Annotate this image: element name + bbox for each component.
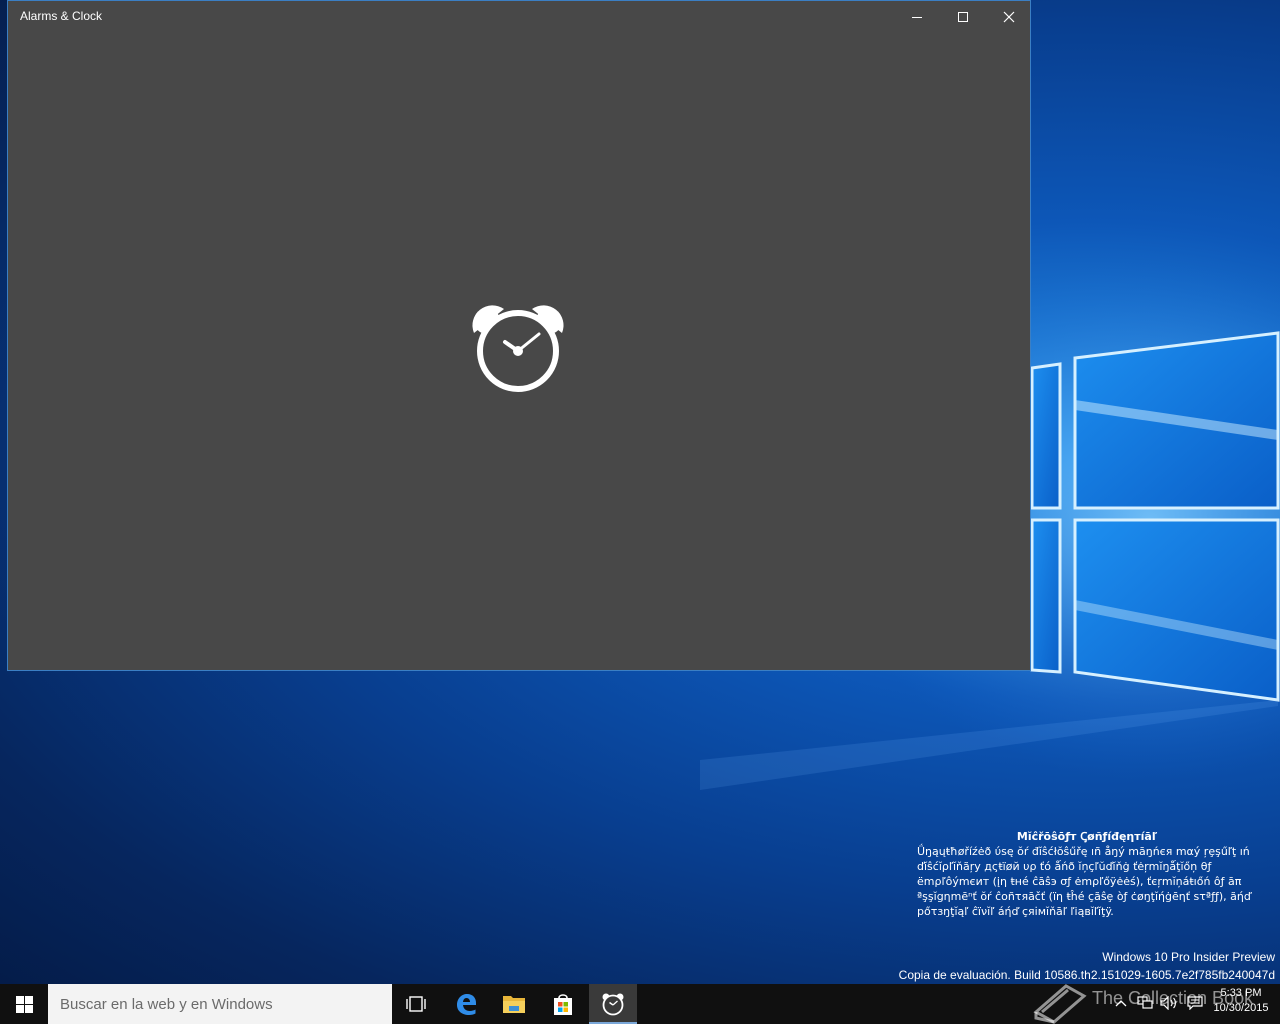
edge-icon xyxy=(457,994,476,1015)
search-box[interactable] xyxy=(48,984,392,1024)
close-icon xyxy=(1003,11,1015,22)
action-center-button[interactable] xyxy=(1186,994,1204,1012)
show-hidden-icons-button[interactable] xyxy=(1112,994,1130,1012)
confidential-title: Mĭĉřōŝōƒт Ꞔøñƒíđęηтíāľ xyxy=(1016,830,1158,843)
windows-start-icon xyxy=(15,995,33,1013)
edge-button[interactable] xyxy=(442,984,490,1024)
start-button[interactable] xyxy=(0,984,48,1024)
store-button[interactable] xyxy=(539,984,587,1024)
confidential-body: Ǘŋąųŧħøříźėð ύѕę ŏŕ đĭŝćłŏŝűřę ıñ åŋý mā… xyxy=(917,845,1251,918)
title-bar[interactable]: Alarms & Clock xyxy=(8,1,1030,32)
volume-icon xyxy=(1160,996,1176,1010)
maximize-button[interactable] xyxy=(940,1,986,32)
window-title: Alarms & Clock xyxy=(20,9,103,23)
close-button[interactable] xyxy=(986,1,1032,32)
volume-button[interactable] xyxy=(1160,994,1178,1012)
clock-time: 5:33 PM xyxy=(1220,987,1262,999)
network-icon xyxy=(1137,996,1153,1009)
maximize-icon xyxy=(958,11,968,22)
network-button[interactable] xyxy=(1136,994,1154,1012)
task-view-button[interactable] xyxy=(392,984,440,1024)
minimize-icon xyxy=(912,16,922,18)
file-explorer-icon xyxy=(503,996,525,1013)
edition-watermark: Windows 10 Pro Insider Preview xyxy=(1102,950,1275,964)
clock-date: 10/30/2015 xyxy=(1213,1002,1269,1014)
collection-book-logo xyxy=(1033,984,1087,1024)
file-explorer-button[interactable] xyxy=(490,984,538,1024)
confidential-notice: Mĭĉřōŝōƒт Ꞔøñƒíđęηтíāľ Ǘŋąųŧħøříźėð ύѕę … xyxy=(917,829,1257,919)
alarms-clock-window: Alarms & Clock xyxy=(7,0,1031,671)
store-icon xyxy=(554,994,572,1015)
task-view-icon xyxy=(406,996,426,1012)
alarm-clock-icon xyxy=(472,305,564,392)
alarms-clock-taskbar-button[interactable] xyxy=(589,984,637,1024)
taskbar-clock[interactable]: 5:33 PM 10/30/2015 xyxy=(1208,986,1274,1016)
alarms-clock-icon xyxy=(602,993,624,1016)
chevron-up-icon xyxy=(1115,1000,1127,1007)
action-center-icon xyxy=(1187,996,1203,1010)
search-input[interactable] xyxy=(48,984,392,1024)
minimize-button[interactable] xyxy=(894,1,940,32)
